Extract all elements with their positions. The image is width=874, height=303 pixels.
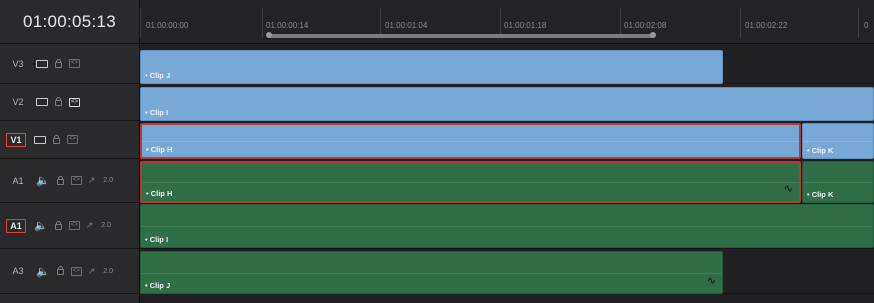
auto-select-icon[interactable]: <> bbox=[68, 221, 80, 230]
clip-i-audio[interactable]: • Clip I bbox=[140, 204, 874, 248]
lock-icon[interactable] bbox=[54, 58, 63, 69]
monitor-icon[interactable] bbox=[36, 59, 48, 68]
auto-select-icon[interactable]: <> bbox=[69, 59, 80, 68]
track-header-v2[interactable]: V2 <> bbox=[0, 84, 140, 121]
lock-icon[interactable] bbox=[52, 134, 61, 145]
lane-v2[interactable]: • Clip I bbox=[140, 84, 874, 121]
clip-label: • Clip J bbox=[145, 71, 171, 80]
lane-a3[interactable]: • Clip J ∿ bbox=[140, 249, 874, 294]
lane-a2[interactable]: • Clip I bbox=[140, 203, 874, 249]
clip-divider bbox=[803, 141, 873, 142]
lock-icon[interactable] bbox=[54, 97, 63, 107]
ruler-tick bbox=[740, 8, 741, 38]
curve-icon[interactable]: ↗ bbox=[88, 175, 96, 186]
ruler-label: 01:00:01:04 bbox=[385, 21, 428, 30]
timecode-display[interactable]: 01:00:05:13 bbox=[0, 0, 140, 44]
clip-label: • Clip K bbox=[807, 190, 834, 199]
track-headers: V3 <> V2 <> V1 <> A1 🔈 <> ↗ 2.0 A1 🔈 <> … bbox=[0, 44, 140, 303]
scrollbar-right-handle[interactable] bbox=[650, 32, 656, 38]
track-name[interactable]: A3 bbox=[8, 266, 28, 276]
clip-h-video[interactable]: • Clip H bbox=[140, 123, 801, 159]
clip-i-video[interactable]: • Clip I bbox=[140, 87, 874, 121]
ruler-tick bbox=[262, 8, 263, 38]
auto-select-icon[interactable]: <> bbox=[70, 176, 82, 185]
lane-v1[interactable]: • Clip H • Clip K bbox=[140, 121, 874, 159]
ruler-label: 0 bbox=[864, 21, 869, 30]
lock-icon[interactable] bbox=[56, 266, 65, 276]
clip-divider bbox=[142, 182, 799, 183]
clip-k-audio[interactable]: • Clip K bbox=[802, 161, 874, 203]
ruler-label: 01:00:02:08 bbox=[624, 21, 667, 30]
zoom-scrollbar[interactable] bbox=[266, 32, 656, 38]
channel-format: 2.0 bbox=[103, 177, 113, 184]
clip-label: • Clip J bbox=[145, 281, 171, 290]
lane-v3[interactable]: • Clip J bbox=[140, 44, 874, 84]
ruler-label: 01:00:00:14 bbox=[266, 21, 309, 30]
track-header-v3[interactable]: V3 <> bbox=[0, 44, 140, 84]
channel-format: 2.0 bbox=[101, 222, 111, 229]
fade-curve-icon[interactable]: ∿ bbox=[784, 182, 793, 195]
auto-select-icon[interactable]: <> bbox=[69, 97, 80, 107]
track-name[interactable]: V3 bbox=[8, 59, 28, 69]
clip-divider bbox=[142, 141, 799, 142]
clip-label: • Clip H bbox=[146, 189, 173, 198]
clip-divider bbox=[141, 226, 873, 227]
fade-curve-icon[interactable]: ∿ bbox=[707, 274, 716, 287]
clip-divider bbox=[141, 272, 722, 274]
timeline-lanes[interactable]: • Clip J • Clip I • Clip H • Clip K • Cl… bbox=[140, 44, 874, 303]
clip-label: • Clip K bbox=[807, 146, 834, 155]
scrollbar-left-handle[interactable] bbox=[266, 32, 272, 38]
clip-k-video[interactable]: • Clip K bbox=[802, 123, 874, 159]
track-name[interactable]: A1 bbox=[6, 218, 26, 233]
track-header-a2[interactable]: A1 🔈 <> ↗ 2.0 bbox=[0, 203, 140, 249]
ruler-label: 01:00:00:00 bbox=[146, 21, 189, 30]
timeline-ruler[interactable]: 01:00:00:00 01:00:00:14 01:00:01:04 01:0… bbox=[140, 0, 874, 44]
ruler-tick bbox=[140, 8, 141, 38]
curve-icon[interactable]: ↗ bbox=[86, 220, 94, 231]
lane-a1[interactable]: • Clip H ∿ • Clip K bbox=[140, 159, 874, 203]
clip-label: • Clip H bbox=[146, 145, 173, 154]
clip-h-audio[interactable]: • Clip H ∿ bbox=[140, 161, 801, 203]
track-header-v1[interactable]: V1 <> bbox=[0, 121, 140, 159]
track-header-a1[interactable]: A1 🔈 <> ↗ 2.0 bbox=[0, 159, 140, 203]
auto-select-icon[interactable]: <> bbox=[70, 266, 82, 276]
monitor-icon[interactable] bbox=[34, 135, 46, 144]
clip-divider bbox=[803, 182, 873, 183]
ruler-tick bbox=[858, 8, 859, 38]
lock-icon[interactable] bbox=[54, 220, 63, 231]
ruler-label: 01:00:01:18 bbox=[504, 21, 547, 30]
track-name[interactable]: A1 bbox=[8, 176, 28, 186]
clip-j-audio[interactable]: • Clip J ∿ bbox=[140, 251, 723, 294]
channel-format: 2.0 bbox=[103, 267, 113, 275]
speaker-icon[interactable]: 🔈 bbox=[36, 265, 50, 278]
ruler-label: 01:00:02:22 bbox=[745, 21, 788, 30]
current-timecode: 01:00:05:13 bbox=[22, 11, 117, 31]
lock-icon[interactable] bbox=[56, 175, 65, 186]
clip-j-video[interactable]: • Clip J bbox=[140, 50, 723, 84]
clip-label: • Clip I bbox=[145, 235, 169, 244]
track-name[interactable]: V2 bbox=[8, 97, 28, 107]
track-header-a3[interactable]: A3 🔈 <> ↗ 2.0 bbox=[0, 249, 140, 294]
curve-icon[interactable]: ↗ bbox=[88, 266, 96, 277]
speaker-icon[interactable]: 🔈 bbox=[34, 219, 48, 232]
auto-select-icon[interactable]: <> bbox=[67, 135, 78, 144]
monitor-icon[interactable] bbox=[36, 98, 48, 106]
speaker-icon[interactable]: 🔈 bbox=[36, 174, 50, 187]
clip-label: • Clip I bbox=[145, 108, 169, 117]
track-name[interactable]: V1 bbox=[6, 132, 26, 147]
